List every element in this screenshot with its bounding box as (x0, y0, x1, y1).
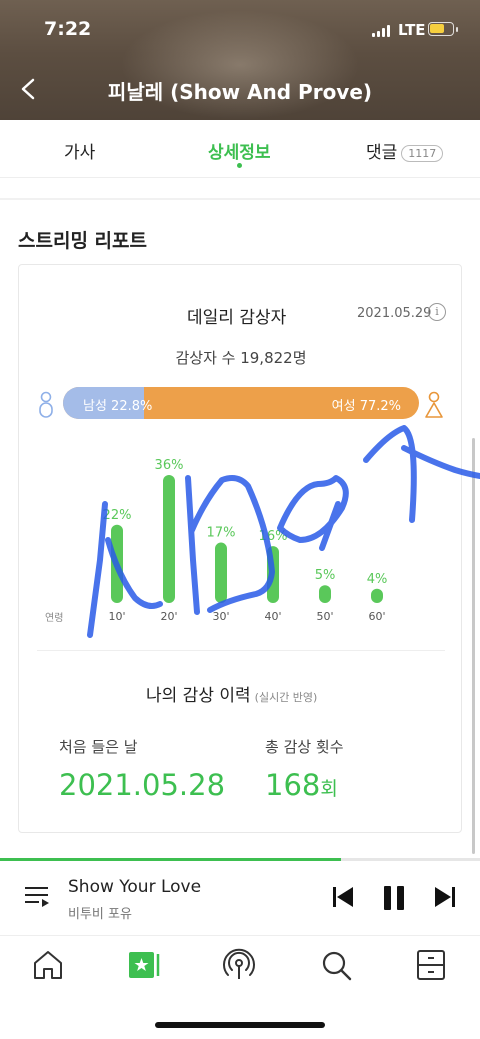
active-tab-indicator (237, 163, 242, 168)
age-tick-label-3: 40' (264, 610, 281, 623)
previous-track-icon[interactable] (332, 885, 354, 909)
search-icon[interactable] (319, 948, 353, 982)
age-tick-label-1: 20' (160, 610, 177, 623)
first-listen-label: 처음 들은 날 (59, 738, 138, 756)
header: 7:22 LTE 피날레 (Show And Prove) (0, 0, 480, 120)
total-plays-count: 168회 (265, 768, 338, 802)
page-title: 피날레 (Show And Prove) (107, 80, 373, 104)
first-listen-date: 2021.05.28 (59, 768, 226, 802)
total-plays-number: 168 (265, 768, 321, 802)
age-value-label-0: 22% (103, 508, 132, 523)
female-person-icon (425, 391, 443, 418)
scrollbar[interactable] (472, 438, 475, 854)
tab-lyrics[interactable]: 가사 (64, 138, 95, 163)
listening-history-title: 나의 감상 이력 (실시간 반영) (146, 681, 317, 706)
tab-details[interactable]: 상세정보 (208, 138, 271, 163)
battery-cap (456, 27, 458, 32)
playlist-icon[interactable] (24, 885, 50, 909)
signal-icon (372, 25, 392, 37)
age-bar-5 (371, 588, 383, 603)
storage-icon[interactable] (414, 948, 448, 982)
home-icon[interactable] (31, 948, 65, 982)
music-card-icon[interactable] (127, 948, 161, 982)
now-playing-artist: 비투비 포유 (68, 907, 132, 922)
streaming-report-card: 데일리 감상자 2021.05.29 i 감상자 수 19,822명 남성 22… (18, 264, 462, 833)
next-track-icon[interactable] (434, 885, 456, 909)
home-indicator[interactable] (155, 1022, 325, 1028)
age-tick-label-5: 60' (368, 610, 385, 623)
age-bar-2 (215, 542, 227, 603)
listening-history-heading: 나의 감상 이력 (146, 686, 251, 706)
podcast-icon[interactable] (222, 948, 256, 982)
info-icon[interactable]: i (428, 303, 446, 321)
age-tick-label-0: 10' (108, 610, 125, 623)
tab-bar: 가사 상세정보 댓글 1117 (0, 120, 480, 178)
age-distribution-chart: 22% 10' 36% 20' 17% 30' 16% 40' 5% 50' 4% 60' (103, 458, 388, 623)
age-bar-1 (163, 475, 175, 603)
age-axis-label: 연령 (45, 613, 64, 624)
age-value-label-5: 4% (367, 572, 388, 587)
now-playing-title[interactable]: Show Your Love (68, 877, 201, 897)
tab-comments-label: 댓글 (366, 143, 398, 163)
age-value-label-4: 5% (315, 568, 336, 583)
realtime-note: (실시간 반영) (254, 691, 318, 704)
section-divider (37, 650, 445, 651)
listener-count: 감상자 수 19,822명 (175, 349, 307, 367)
age-bar-0 (111, 524, 123, 603)
network-label: LTE (398, 21, 426, 39)
total-plays-unit: 회 (320, 778, 338, 800)
report-date: 2021.05.29 (357, 306, 432, 321)
status-time: 7:22 (44, 18, 92, 40)
mini-player: Show Your Love 비투비 포유 (0, 861, 480, 935)
female-share-label: 여성 77.2% (331, 399, 401, 414)
daily-listeners-title: 데일리 감상자 (187, 308, 287, 328)
battery-icon (428, 22, 454, 36)
age-value-label-3: 16% (259, 529, 288, 544)
total-plays-label: 총 감상 횟수 (265, 738, 344, 756)
bottom-navigation (0, 936, 480, 1006)
pause-icon[interactable] (382, 885, 406, 911)
divider (0, 198, 480, 200)
gender-ratio-bar: 남성 22.8% 여성 77.2% (63, 387, 419, 419)
section-title: 스트리밍 리포트 (18, 230, 147, 252)
age-value-label-2: 17% (207, 526, 236, 541)
age-value-label-1: 36% (155, 458, 184, 473)
age-bar-4 (319, 585, 331, 603)
male-share-label: 남성 22.8% (83, 399, 153, 414)
tab-comments[interactable]: 댓글 1117 (366, 138, 444, 163)
age-bar-3 (267, 546, 279, 603)
comment-count-badge: 1117 (401, 144, 444, 162)
age-tick-label-2: 30' (212, 610, 229, 623)
age-tick-label-4: 50' (316, 610, 333, 623)
male-person-icon (39, 391, 53, 418)
